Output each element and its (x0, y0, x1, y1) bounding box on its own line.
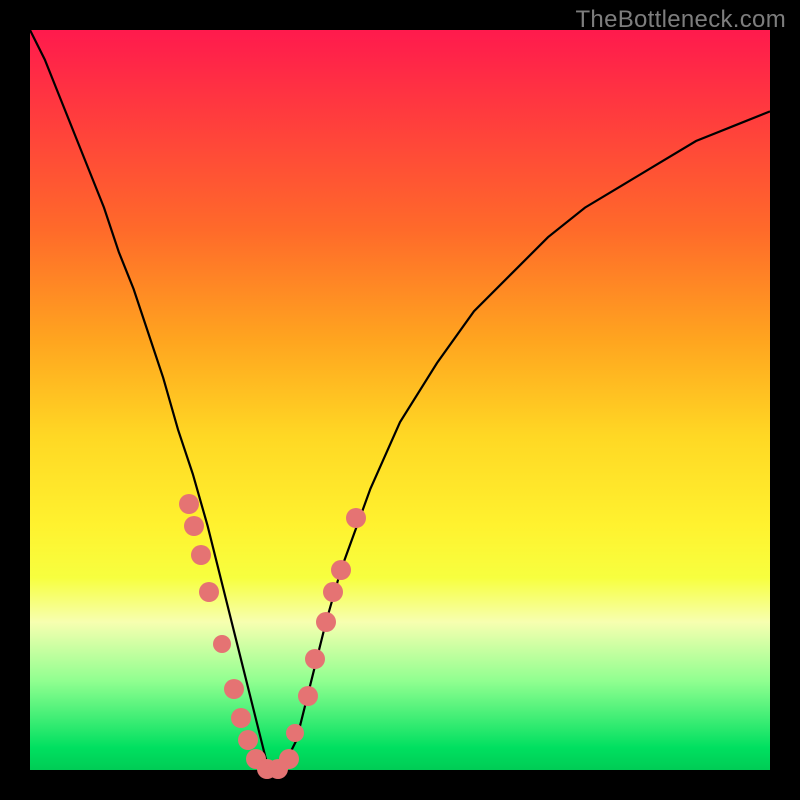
bottleneck-curve (30, 30, 770, 770)
watermark-text: TheBottleneck.com (575, 6, 786, 34)
data-dot (298, 686, 318, 706)
data-dot (305, 649, 325, 669)
data-dot (191, 545, 211, 565)
data-dot (346, 508, 366, 528)
data-dot (286, 724, 304, 742)
plot-area (30, 30, 770, 770)
data-dot (184, 516, 204, 536)
data-dot (331, 560, 351, 580)
data-dot (323, 582, 343, 602)
data-dot (238, 730, 258, 750)
data-dot (179, 494, 199, 514)
data-dot (279, 749, 299, 769)
chart-frame: TheBottleneck.com (0, 0, 800, 800)
data-dot (199, 582, 219, 602)
data-dot (316, 612, 336, 632)
data-dot (224, 679, 244, 699)
data-dot (213, 635, 231, 653)
data-dot (231, 708, 251, 728)
